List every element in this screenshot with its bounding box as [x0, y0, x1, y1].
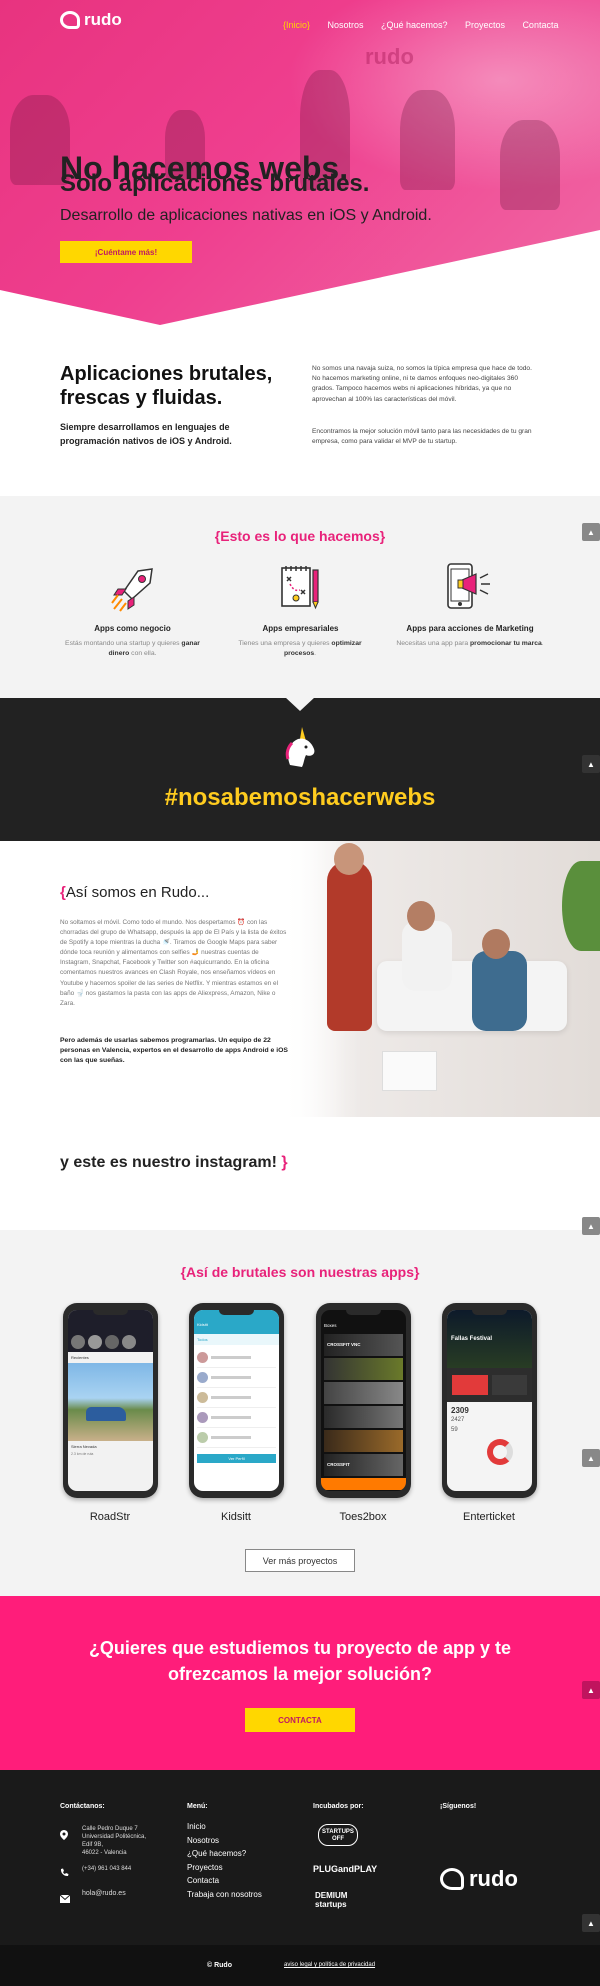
scroll-top-button-2[interactable]: ▲: [582, 755, 600, 773]
legal-link[interactable]: aviso legal y política de privacidad: [284, 1962, 375, 1968]
nav-inicio[interactable]: {Inicio}: [283, 20, 310, 30]
footer-menu-item[interactable]: Contacta: [187, 1874, 262, 1888]
footer-address: Calle Pedro Duque 7 Universidad Politécn…: [82, 1826, 147, 1856]
intro-paragraph-2: Encontramos la mejor solución móvil tant…: [312, 428, 532, 446]
services-title: {Esto es lo que hacemos}: [214, 528, 386, 544]
footer-menu: Inicio Nosotros ¿Qué hacemos? Proyectos …: [187, 1820, 262, 1902]
footer-follow-title: ¡Síguenos!: [440, 1803, 477, 1810]
intro-title: Aplicaciones brutales, frescas y fluidas…: [60, 363, 273, 409]
nav-proyectos[interactable]: Proyectos: [465, 20, 505, 30]
app-enterticket-phone[interactable]: Fallas Festival 2309 2427 59: [442, 1303, 537, 1498]
email-icon: [59, 1890, 71, 1903]
app-name-roadstr: RoadStr: [89, 1511, 131, 1523]
footer-menu-title: Menú:: [187, 1803, 208, 1810]
service-1-name: Apps como negocio: [94, 624, 171, 633]
scroll-top-button-4[interactable]: ▲: [582, 1449, 600, 1467]
unicorn-icon: [280, 725, 320, 769]
demium-logo[interactable]: DEMIUM startups: [315, 1891, 375, 1909]
team-paragraph: No soltamos el móvil. Como todo el mundo…: [60, 919, 287, 1007]
instagram-heading: y este es nuestro instagram! }: [60, 1154, 288, 1171]
nav-nosotros[interactable]: Nosotros: [327, 20, 363, 30]
scroll-top-button[interactable]: ▲: [582, 523, 600, 541]
team-title: {Así somos en Rudo...: [60, 884, 210, 901]
team-bold-paragraph: Pero además de usarlas sabemos programar…: [60, 1037, 288, 1064]
footer-menu-item[interactable]: Inicio: [187, 1820, 262, 1834]
intro-paragraph-1: No somos una navaja suiza, no somos la t…: [312, 365, 532, 403]
rudo-logo-icon: [60, 11, 80, 29]
footer-menu-item[interactable]: Proyectos: [187, 1861, 262, 1875]
header-logo[interactable]: rudo: [60, 10, 122, 30]
hero-line2: Solo aplicaciones brutales.: [60, 170, 370, 197]
service-3-desc: Necesitas una app para promocionar tu ma…: [396, 640, 544, 647]
rocket-icon: [108, 565, 158, 613]
footer-menu-item[interactable]: Nosotros: [187, 1834, 262, 1848]
startups-off-logo[interactable]: STARTUPS OFF: [318, 1824, 358, 1846]
hero-subtitle: Desarrollo de aplicaciones nativas en iO…: [60, 207, 432, 224]
phone-icon: [60, 1864, 69, 1877]
phone-megaphone-icon: [444, 562, 494, 612]
footer-menu-item[interactable]: Trabaja con nosotros: [187, 1888, 262, 1902]
section-arrow: [285, 697, 315, 711]
intro-subtitle: Siempre desarrollamos en lenguajes de pr…: [60, 422, 232, 446]
location-icon: [60, 1827, 68, 1840]
scroll-top-button-6[interactable]: ▲: [582, 1914, 600, 1932]
service-1-desc: Estás montando una startup y quieres gan…: [65, 640, 200, 657]
apps-title: {Así de brutales son nuestras apps}: [180, 1264, 420, 1280]
footer-contact-title: Contáctanos:: [60, 1803, 105, 1810]
footer: [0, 1770, 600, 1945]
app-name-toes2box: Toes2box: [339, 1511, 387, 1523]
footer-email[interactable]: hola@rudo.es: [82, 1890, 126, 1898]
footer-incubated-title: Incubados por:: [313, 1803, 364, 1810]
service-2-name: Apps empresariales: [262, 624, 339, 633]
more-projects-button[interactable]: Ver más proyectos: [245, 1549, 355, 1572]
footer-phone[interactable]: (+34) 961 043 844: [82, 1865, 131, 1873]
hero-cta-button[interactable]: ¡Cuéntame más!: [60, 241, 192, 263]
cta-title: ¿Quieres que estudiemos tu proyecto de a…: [88, 1638, 512, 1684]
copyright: © Rudo: [207, 1962, 232, 1969]
clipboard-plan-icon: [276, 562, 324, 612]
scroll-top-button-3[interactable]: ▲: [582, 1217, 600, 1235]
cta-title-wrap: ¿Quieres que estudiemos tu proyecto de a…: [0, 1635, 600, 1687]
footer-logo[interactable]: rudo: [440, 1866, 518, 1892]
footer-menu-item[interactable]: ¿Qué hacemos?: [187, 1847, 262, 1861]
service-2-desc: Tienes una empresa y quieres optimizar p…: [238, 640, 362, 657]
plugandplay-logo[interactable]: PLUGandPLAY: [313, 1864, 377, 1874]
team-photo: [282, 841, 600, 1117]
page: rudo rudo {Inicio} Nosotros ¿Qué hacemos…: [0, 0, 600, 1986]
service-3-name: Apps para acciones de Marketing: [406, 624, 534, 633]
app-toes2box-phone[interactable]: Boxes CROSSFIT VNC CROSSFIT: [316, 1303, 411, 1498]
app-name-enterticket: Enterticket: [463, 1511, 515, 1523]
hashtag-section: [0, 698, 600, 841]
nav-que-hacemos[interactable]: ¿Qué hacemos?: [381, 20, 448, 30]
app-roadstr-phone[interactable]: Recientes Sierra Nevada 2.3 km de ruta: [63, 1303, 158, 1498]
app-name-kidsitt: Kidsitt: [221, 1511, 251, 1523]
rudo-logo-icon: [440, 1868, 464, 1890]
app-kidsitt-phone[interactable]: Kidsitt Todos Ver Perfil: [189, 1303, 284, 1498]
scroll-top-button-5[interactable]: ▲: [582, 1681, 600, 1699]
hashtag-title: #nosabemoshacerwebs: [164, 784, 436, 811]
cta-contacta-button[interactable]: CONTACTA: [245, 1708, 355, 1732]
nav-contacta[interactable]: Contacta: [522, 20, 558, 30]
main-nav: {Inicio} Nosotros ¿Qué hacemos? Proyecto…: [270, 15, 558, 33]
